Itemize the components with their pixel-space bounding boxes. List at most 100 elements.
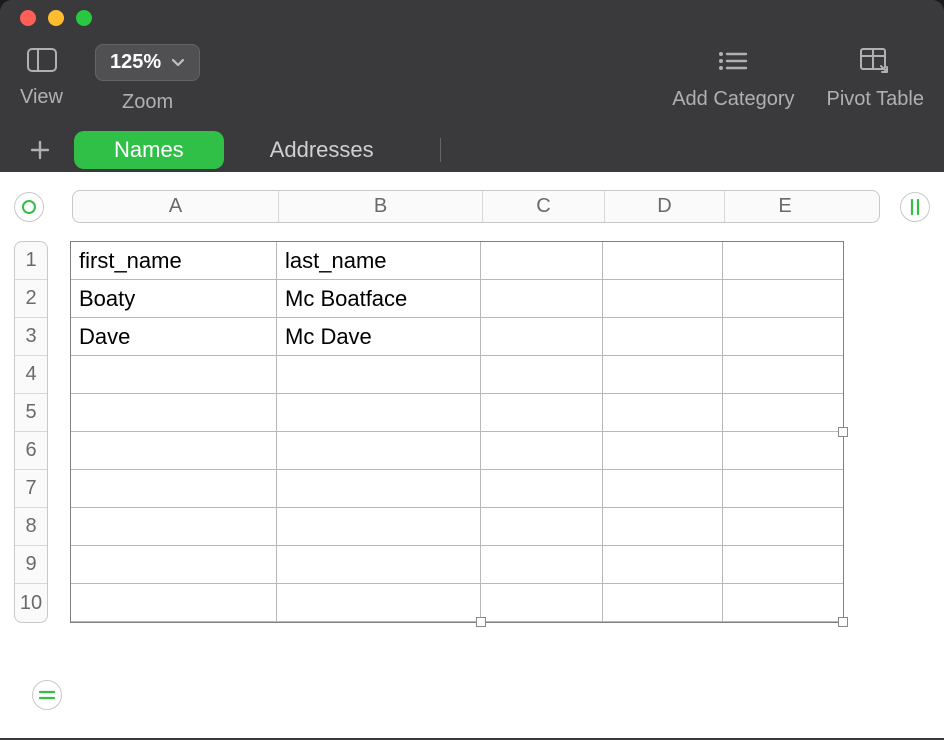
cell-B3[interactable]: Mc Dave bbox=[277, 318, 481, 356]
toolbar-pivot-table-group: Pivot Table bbox=[827, 44, 924, 111]
row-header-6[interactable]: 6 bbox=[15, 432, 47, 470]
column-header-row: ABCDE bbox=[14, 190, 930, 223]
add-category-label: Add Category bbox=[672, 88, 794, 111]
add-sheet-button[interactable] bbox=[12, 132, 68, 168]
cell-C1[interactable] bbox=[481, 242, 603, 280]
add-column-button[interactable] bbox=[900, 192, 930, 222]
table-row bbox=[71, 546, 843, 584]
cell-A1[interactable]: first_name bbox=[71, 242, 277, 280]
cell-A8[interactable] bbox=[71, 508, 277, 546]
cell-E5[interactable] bbox=[723, 394, 843, 432]
cell-E7[interactable] bbox=[723, 470, 843, 508]
pivot-table-button[interactable] bbox=[854, 44, 896, 78]
sheet-tabs: NamesAddresses bbox=[74, 131, 414, 169]
sheet-tab-addresses[interactable]: Addresses bbox=[230, 131, 414, 169]
row-header-10[interactable]: 10 bbox=[15, 584, 47, 622]
cell-D5[interactable] bbox=[603, 394, 723, 432]
cell-D4[interactable] bbox=[603, 356, 723, 394]
cell-A5[interactable] bbox=[71, 394, 277, 432]
add-row-button[interactable] bbox=[32, 680, 62, 710]
cell-B8[interactable] bbox=[277, 508, 481, 546]
cell-D8[interactable] bbox=[603, 508, 723, 546]
app-window: View 125% Zoom bbox=[0, 0, 944, 740]
cell-A10[interactable] bbox=[71, 584, 277, 622]
cell-B10[interactable] bbox=[277, 584, 481, 622]
cell-D7[interactable] bbox=[603, 470, 723, 508]
selection-handle[interactable] bbox=[476, 617, 486, 627]
cell-D6[interactable] bbox=[603, 432, 723, 470]
column-headers: ABCDE bbox=[72, 190, 880, 223]
cell-C6[interactable] bbox=[481, 432, 603, 470]
cell-D2[interactable] bbox=[603, 280, 723, 318]
column-header-C[interactable]: C bbox=[483, 191, 605, 222]
cell-A2[interactable]: Boaty bbox=[71, 280, 277, 318]
window-close-button[interactable] bbox=[20, 10, 36, 26]
circle-icon bbox=[21, 199, 37, 215]
row-header-1[interactable]: 1 bbox=[15, 242, 47, 280]
cell-A6[interactable] bbox=[71, 432, 277, 470]
cell-A7[interactable] bbox=[71, 470, 277, 508]
cell-B5[interactable] bbox=[277, 394, 481, 432]
columns-icon bbox=[908, 199, 922, 215]
cell-E2[interactable] bbox=[723, 280, 843, 318]
table-row: DaveMc Dave bbox=[71, 318, 843, 356]
cell-E9[interactable] bbox=[723, 546, 843, 584]
cell-D10[interactable] bbox=[603, 584, 723, 622]
row-headers: 12345678910 bbox=[14, 241, 48, 623]
cell-A9[interactable] bbox=[71, 546, 277, 584]
cell-C5[interactable] bbox=[481, 394, 603, 432]
cell-E10[interactable] bbox=[723, 584, 843, 622]
cell-E4[interactable] bbox=[723, 356, 843, 394]
column-header-E[interactable]: E bbox=[725, 191, 845, 222]
cell-E8[interactable] bbox=[723, 508, 843, 546]
cell-C9[interactable] bbox=[481, 546, 603, 584]
cell-D1[interactable] bbox=[603, 242, 723, 280]
view-button[interactable] bbox=[24, 44, 60, 76]
row-header-9[interactable]: 9 bbox=[15, 546, 47, 584]
cell-B4[interactable] bbox=[277, 356, 481, 394]
pivot-table-label: Pivot Table bbox=[827, 88, 924, 111]
cell-C8[interactable] bbox=[481, 508, 603, 546]
toolbar: View 125% Zoom bbox=[0, 36, 944, 128]
row-header-4[interactable]: 4 bbox=[15, 356, 47, 394]
cell-B6[interactable] bbox=[277, 432, 481, 470]
sheet-tab-names[interactable]: Names bbox=[74, 131, 224, 169]
window-maximize-button[interactable] bbox=[76, 10, 92, 26]
cell-A3[interactable]: Dave bbox=[71, 318, 277, 356]
table-row: first_namelast_name bbox=[71, 242, 843, 280]
table-row bbox=[71, 508, 843, 546]
cell-C4[interactable] bbox=[481, 356, 603, 394]
cell-E1[interactable] bbox=[723, 242, 843, 280]
cell-C3[interactable] bbox=[481, 318, 603, 356]
column-header-B[interactable]: B bbox=[279, 191, 483, 222]
cell-B1[interactable]: last_name bbox=[277, 242, 481, 280]
selection-handle[interactable] bbox=[838, 617, 848, 627]
titlebar bbox=[0, 0, 944, 36]
cell-C2[interactable] bbox=[481, 280, 603, 318]
cell-A4[interactable] bbox=[71, 356, 277, 394]
row-header-5[interactable]: 5 bbox=[15, 394, 47, 432]
cell-E6[interactable] bbox=[723, 432, 843, 470]
row-header-7[interactable]: 7 bbox=[15, 470, 47, 508]
row-header-3[interactable]: 3 bbox=[15, 318, 47, 356]
toolbar-view-group: View bbox=[20, 44, 63, 109]
cell-C10[interactable] bbox=[481, 584, 603, 622]
column-header-D[interactable]: D bbox=[605, 191, 725, 222]
cell-E3[interactable] bbox=[723, 318, 843, 356]
toolbar-add-category-group: Add Category bbox=[672, 44, 794, 111]
cell-B7[interactable] bbox=[277, 470, 481, 508]
row-header-8[interactable]: 8 bbox=[15, 508, 47, 546]
cell-B2[interactable]: Mc Boatface bbox=[277, 280, 481, 318]
select-all-button[interactable] bbox=[14, 192, 44, 222]
zoom-dropdown[interactable]: 125% bbox=[95, 44, 200, 81]
selection-handle[interactable] bbox=[838, 427, 848, 437]
column-header-A[interactable]: A bbox=[73, 191, 279, 222]
add-category-button[interactable] bbox=[712, 44, 754, 78]
cell-D9[interactable] bbox=[603, 546, 723, 584]
cell-B9[interactable] bbox=[277, 546, 481, 584]
table-row: BoatyMc Boatface bbox=[71, 280, 843, 318]
cell-C7[interactable] bbox=[481, 470, 603, 508]
row-header-2[interactable]: 2 bbox=[15, 280, 47, 318]
cell-D3[interactable] bbox=[603, 318, 723, 356]
window-minimize-button[interactable] bbox=[48, 10, 64, 26]
